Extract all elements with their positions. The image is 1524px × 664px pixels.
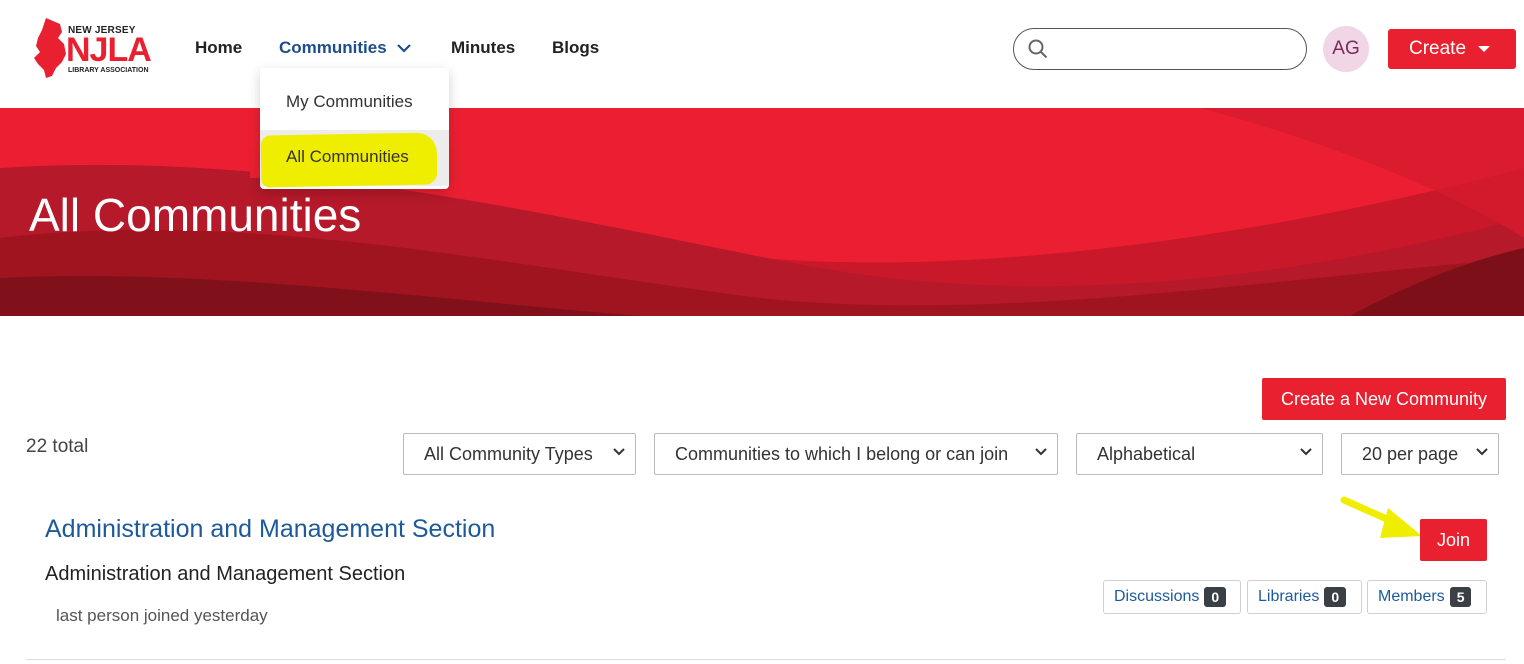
membership-filter-value: Communities to which I belong or can joi…: [675, 443, 1009, 464]
yellow-arrow-annotation: [1340, 496, 1422, 538]
avatar[interactable]: AG: [1323, 26, 1369, 72]
create-new-community-button[interactable]: Create a New Community: [1262, 378, 1506, 420]
nav-communities[interactable]: Communities: [279, 38, 411, 58]
community-meta: last person joined yesterday: [56, 606, 268, 625]
community-title-link[interactable]: Administration and Management Section: [45, 515, 495, 544]
chevron-down-icon: [396, 44, 411, 53]
join-button[interactable]: Join: [1420, 519, 1487, 561]
discussions-stat[interactable]: Discussions 0: [1103, 580, 1241, 614]
nav-blogs[interactable]: Blogs: [552, 38, 599, 58]
total-count: 22 total: [26, 436, 89, 457]
community-description: Administration and Management Section: [45, 563, 406, 585]
chevron-down-icon: [1035, 448, 1047, 456]
sort-value: Alphabetical: [1097, 443, 1196, 464]
members-label: Members: [1378, 588, 1445, 605]
libraries-stat[interactable]: Libraries 0: [1247, 580, 1362, 614]
discussions-label: Discussions: [1114, 588, 1200, 605]
page-title: All Communities: [29, 189, 362, 241]
community-type-value: All Community Types: [424, 443, 593, 464]
nav-home[interactable]: Home: [195, 38, 242, 58]
search-box[interactable]: [1013, 28, 1307, 70]
create-button-label: Create: [1409, 38, 1467, 59]
membership-filter-select[interactable]: Communities to which I belong or can joi…: [654, 433, 1058, 475]
members-count-badge: 5: [1449, 587, 1472, 607]
members-stat[interactable]: Members 5: [1367, 580, 1487, 614]
libraries-count-badge: 0: [1324, 587, 1347, 607]
dropdown-item-my-communities[interactable]: My Communities: [260, 74, 449, 130]
libraries-label: Libraries: [1258, 588, 1320, 605]
per-page-value: 20 per page: [1362, 443, 1459, 464]
njla-logo[interactable]: NEW JERSEY NJLA LIBRARY ASSOCIATION: [32, 18, 162, 82]
nav-minutes[interactable]: Minutes: [451, 38, 515, 58]
dropdown-item-all-communities[interactable]: All Communities: [286, 147, 409, 167]
sort-select[interactable]: Alphabetical: [1076, 433, 1323, 475]
search-input[interactable]: [1058, 35, 1298, 63]
row-divider: [26, 659, 1506, 660]
community-type-select[interactable]: All Community Types: [403, 433, 636, 475]
discussions-count-badge: 0: [1204, 587, 1227, 607]
chevron-down-icon: [1476, 448, 1488, 456]
search-icon: [1028, 39, 1048, 59]
create-button[interactable]: Create: [1388, 29, 1516, 69]
hero-banner: All Communities: [0, 108, 1524, 316]
per-page-select[interactable]: 20 per page: [1341, 433, 1499, 475]
caret-down-icon: [1478, 46, 1491, 52]
top-navigation: NEW JERSEY NJLA LIBRARY ASSOCIATION Home…: [0, 0, 1524, 108]
chevron-down-icon: [613, 448, 625, 456]
logo-main-text: NJLA: [66, 31, 152, 69]
nav-communities-label: Communities: [279, 38, 387, 57]
chevron-down-icon: [1300, 448, 1312, 456]
logo-bottom-text: LIBRARY ASSOCIATION: [68, 67, 149, 74]
